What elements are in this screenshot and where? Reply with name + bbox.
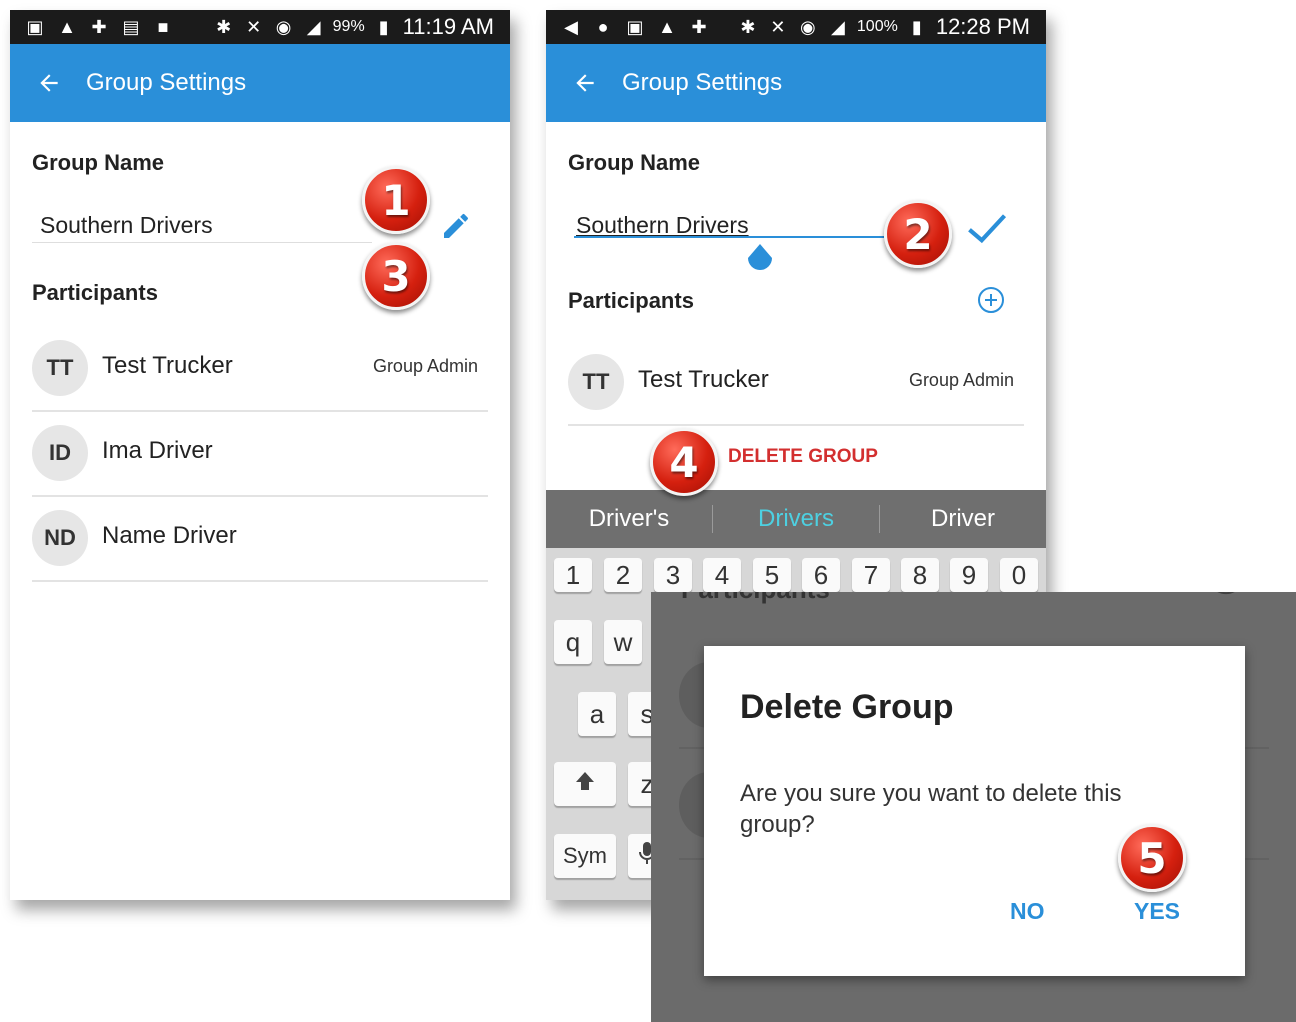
avatar: ID xyxy=(32,425,88,481)
key-6[interactable]: 6 xyxy=(802,558,840,592)
participant-row[interactable]: ID Ima Driver xyxy=(32,411,488,497)
yes-button[interactable]: YES xyxy=(1134,898,1180,925)
delete-group-dialog: Delete Group Are you sure you want to de… xyxy=(704,646,1245,976)
status-bar: ◀ ● ▣ ▲ ✚ ✱ ✕ ◉ ◢ 100% ▮ 12:28 PM xyxy=(546,10,1046,44)
battery-percent: 99% xyxy=(332,18,365,35)
dialog-message: Are you sure you want to delete this gro… xyxy=(740,780,1122,838)
suggestion-item[interactable]: Drivers xyxy=(713,505,879,533)
dimmed-add-icon xyxy=(1209,592,1243,611)
info-icon: ● xyxy=(597,16,609,37)
shift-key[interactable] xyxy=(554,762,616,806)
mute-icon: ✕ xyxy=(246,16,262,37)
bag-icon: ■ xyxy=(157,16,169,37)
participants-label: Participants xyxy=(32,280,158,305)
signal-icon: ◢ xyxy=(830,16,845,37)
page-title: Group Settings xyxy=(622,69,783,96)
cursor-handle-icon[interactable] xyxy=(746,244,774,279)
phone-screen-view: ▣ ▲ ✚ ▤ ■ ✱ ✕ ◉ ◢ 99% ▮ 11:19 AM Group S… xyxy=(10,10,510,900)
edit-pencil-icon[interactable] xyxy=(440,210,472,247)
notification-icon: ▣ xyxy=(626,16,644,37)
mute-icon: ✕ xyxy=(770,16,786,37)
group-name-input[interactable]: Southern Drivers xyxy=(576,212,749,239)
shift-arrow-icon xyxy=(573,769,597,800)
plus-circle-icon: ✚ xyxy=(691,16,707,37)
bluetooth-icon: ✱ xyxy=(216,16,232,37)
participant-row[interactable]: TT Test Trucker Group Admin xyxy=(568,340,1024,426)
signal-icon: ◢ xyxy=(306,16,321,37)
key-0[interactable]: 0 xyxy=(1000,558,1038,592)
keyboard-suggestions: Driver's Drivers Driver xyxy=(546,490,1046,548)
no-button[interactable]: NO xyxy=(1010,898,1045,925)
suggestion-item[interactable]: Driver's xyxy=(546,505,712,533)
participant-row[interactable]: ND Name Driver xyxy=(32,496,488,582)
avatar: TT xyxy=(568,354,624,410)
battery-icon: ▮ xyxy=(911,16,922,37)
key-w[interactable]: w xyxy=(604,620,642,664)
group-name-label: Group Name xyxy=(568,150,701,175)
battery-percent: 100% xyxy=(856,18,898,35)
key-3[interactable]: 3 xyxy=(654,558,692,592)
warning-icon: ▲ xyxy=(58,16,76,37)
back-arrow-icon[interactable] xyxy=(572,65,608,101)
step-badge-2: 2 xyxy=(884,200,952,268)
avatar: TT xyxy=(32,340,88,396)
participant-row[interactable]: TT Test Trucker Group Admin xyxy=(32,326,488,412)
step-badge-5: 5 xyxy=(1118,824,1186,892)
key-9[interactable]: 9 xyxy=(950,558,988,592)
group-name-value: Southern Drivers xyxy=(40,212,213,238)
suggestion-item[interactable]: Driver xyxy=(880,505,1046,533)
back-arrow-icon[interactable] xyxy=(36,65,72,101)
key-4[interactable]: 4 xyxy=(703,558,741,592)
participant-role: Group Admin xyxy=(908,370,1014,390)
status-bar: ▣ ▲ ✚ ▤ ■ ✱ ✕ ◉ ◢ 99% ▮ 11:19 AM xyxy=(10,10,510,44)
participant-name: Test Trucker xyxy=(638,366,769,393)
wifi-icon: ◉ xyxy=(275,16,292,37)
participant-name: Name Driver xyxy=(102,522,237,549)
participant-name: Test Trucker xyxy=(102,352,233,379)
participant-name: Ima Driver xyxy=(102,437,213,464)
wifi-icon: ◉ xyxy=(800,16,816,37)
dialog-title: Delete Group xyxy=(740,688,954,726)
participant-role: Group Admin xyxy=(372,356,478,376)
step-badge-4: 4 xyxy=(650,428,718,496)
app-bar: Group Settings xyxy=(546,44,1046,122)
key-5[interactable]: 5 xyxy=(753,558,791,592)
dimmed-participants-label: Participants xyxy=(681,592,830,605)
message-icon: ◀ xyxy=(564,16,578,37)
add-participant-icon[interactable] xyxy=(976,285,1006,320)
key-2[interactable]: 2 xyxy=(604,558,642,592)
clock: 11:19 AM xyxy=(402,14,494,39)
delete-group-button[interactable]: DELETE GROUP xyxy=(728,446,878,468)
group-name-divider xyxy=(32,242,372,243)
key-8[interactable]: 8 xyxy=(901,558,939,592)
bluetooth-icon: ✱ xyxy=(740,16,756,37)
photo-icon: ▤ xyxy=(122,16,140,37)
step-badge-3: 3 xyxy=(362,242,430,310)
notification-icon: ▣ xyxy=(26,16,44,37)
plus-circle-icon: ✚ xyxy=(91,16,107,37)
sym-key[interactable]: Sym xyxy=(554,834,616,878)
battery-icon: ▮ xyxy=(378,16,389,37)
app-bar: Group Settings xyxy=(10,44,510,122)
participants-label: Participants xyxy=(568,288,694,313)
key-1[interactable]: 1 xyxy=(554,558,592,592)
avatar: ND xyxy=(32,510,88,566)
clock: 12:28 PM xyxy=(935,14,1030,39)
warning-icon: ▲ xyxy=(658,16,676,37)
step-badge-1: 1 xyxy=(362,166,430,234)
key-7[interactable]: 7 xyxy=(852,558,890,592)
confirm-check-icon[interactable] xyxy=(966,210,1008,251)
key-q[interactable]: q xyxy=(554,620,592,664)
page-title: Group Settings xyxy=(86,69,247,96)
group-name-label: Group Name xyxy=(32,150,165,175)
input-underline xyxy=(574,236,884,238)
key-a[interactable]: a xyxy=(578,692,616,736)
